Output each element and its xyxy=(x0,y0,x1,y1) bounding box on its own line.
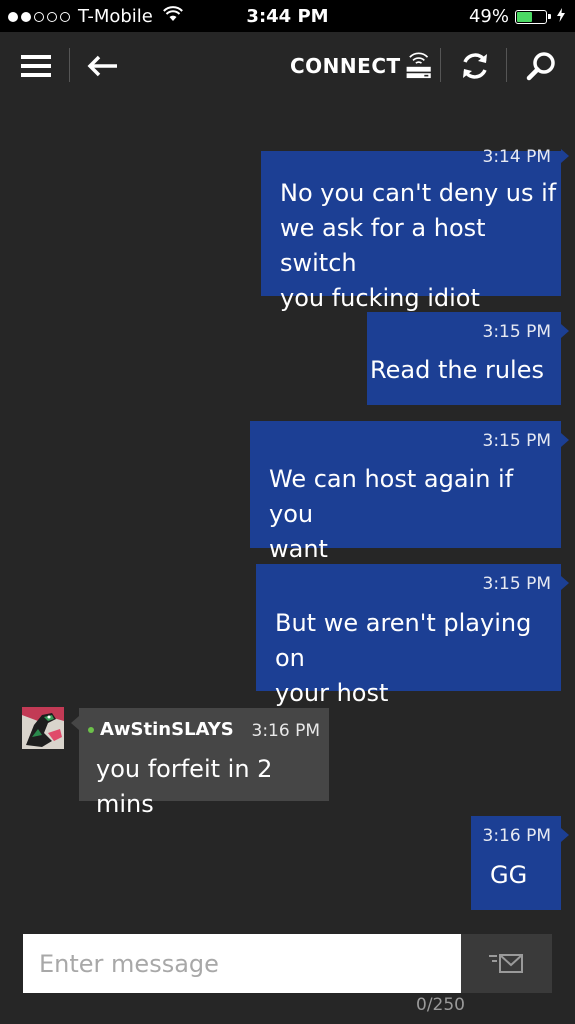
message-line: you forfeit in 2 mins xyxy=(96,755,273,818)
bubble-tail xyxy=(71,716,79,730)
message-line: Read the rules xyxy=(370,356,544,384)
refresh-icon xyxy=(463,53,487,79)
outgoing-message[interactable]: 3:15 PM Read the rules xyxy=(367,312,569,405)
send-button[interactable] xyxy=(461,934,552,993)
sender-avatar[interactable] xyxy=(22,707,64,749)
message-line: we ask for a host switch xyxy=(280,214,486,277)
connect-button[interactable]: CONNECT xyxy=(290,32,432,100)
charging-bolt-icon xyxy=(557,6,565,27)
message-time: 3:16 PM xyxy=(482,826,552,846)
message-text: Read the rules xyxy=(370,353,544,388)
battery-fill xyxy=(517,11,532,22)
message-input[interactable] xyxy=(23,934,461,993)
battery-icon xyxy=(515,9,551,24)
message-line: We can host again if you xyxy=(269,465,514,528)
menu-button[interactable] xyxy=(14,32,58,100)
message-time: 3:15 PM xyxy=(482,431,552,451)
app-header: CONNECT xyxy=(0,32,575,100)
search-button[interactable] xyxy=(519,32,563,100)
message-line: GG xyxy=(490,861,528,889)
gamerpic-image xyxy=(22,707,64,749)
refresh-button[interactable] xyxy=(454,32,496,100)
battery-status: 49% xyxy=(469,6,565,27)
message-text: you forfeit in 2 mins xyxy=(96,752,329,822)
message-text: We can host again if you want xyxy=(269,462,561,567)
sender-name[interactable]: AwStinSLAYS xyxy=(100,719,234,740)
message-time: 3:16 PM xyxy=(251,721,321,741)
bubble-tail xyxy=(561,149,569,163)
message-line: you fucking idiot xyxy=(280,284,480,312)
message-line: But we aren't playing on xyxy=(275,609,532,672)
battery-percent: 49% xyxy=(468,6,509,27)
menu-icon xyxy=(21,55,51,77)
bubble-tail xyxy=(561,576,569,590)
message-text: GG xyxy=(490,858,527,893)
header-divider xyxy=(69,48,70,82)
character-counter: 0/250 xyxy=(416,995,465,1015)
message-text: But we aren't playing on your host xyxy=(275,606,561,711)
outgoing-message[interactable]: 3:14 PM No you can't deny us if we ask f… xyxy=(261,147,569,312)
message-line: your host xyxy=(275,679,389,707)
message-line: want xyxy=(269,535,328,563)
connect-label: CONNECT xyxy=(290,54,401,78)
bubble-tail xyxy=(561,324,569,338)
message-input-container xyxy=(23,934,461,993)
search-icon xyxy=(526,52,555,81)
message-time: 3:15 PM xyxy=(482,574,552,594)
status-bar: T-Mobile 3:44 PM 49% xyxy=(0,0,575,32)
bubble-tail xyxy=(561,433,569,447)
outgoing-message[interactable]: 3:15 PM But we aren't playing on your ho… xyxy=(256,564,569,707)
outgoing-message[interactable]: 3:16 PM GG xyxy=(471,816,569,910)
outgoing-message[interactable]: 3:15 PM We can host again if you want xyxy=(250,421,569,563)
bubble-tail xyxy=(561,828,569,842)
header-divider xyxy=(440,48,441,82)
incoming-message[interactable]: AwStinSLAYS 3:16 PM you forfeit in 2 min… xyxy=(71,708,329,818)
header-divider xyxy=(506,48,507,82)
back-button[interactable] xyxy=(82,32,122,100)
send-mail-icon xyxy=(488,953,523,973)
console-icon xyxy=(406,52,431,79)
message-text: No you can't deny us if we ask for a hos… xyxy=(280,176,561,316)
message-time: 3:15 PM xyxy=(482,322,552,342)
online-indicator xyxy=(88,727,94,733)
message-time: 3:14 PM xyxy=(482,147,552,167)
back-arrow-icon xyxy=(87,55,117,77)
message-line: No you can't deny us if xyxy=(280,179,557,207)
